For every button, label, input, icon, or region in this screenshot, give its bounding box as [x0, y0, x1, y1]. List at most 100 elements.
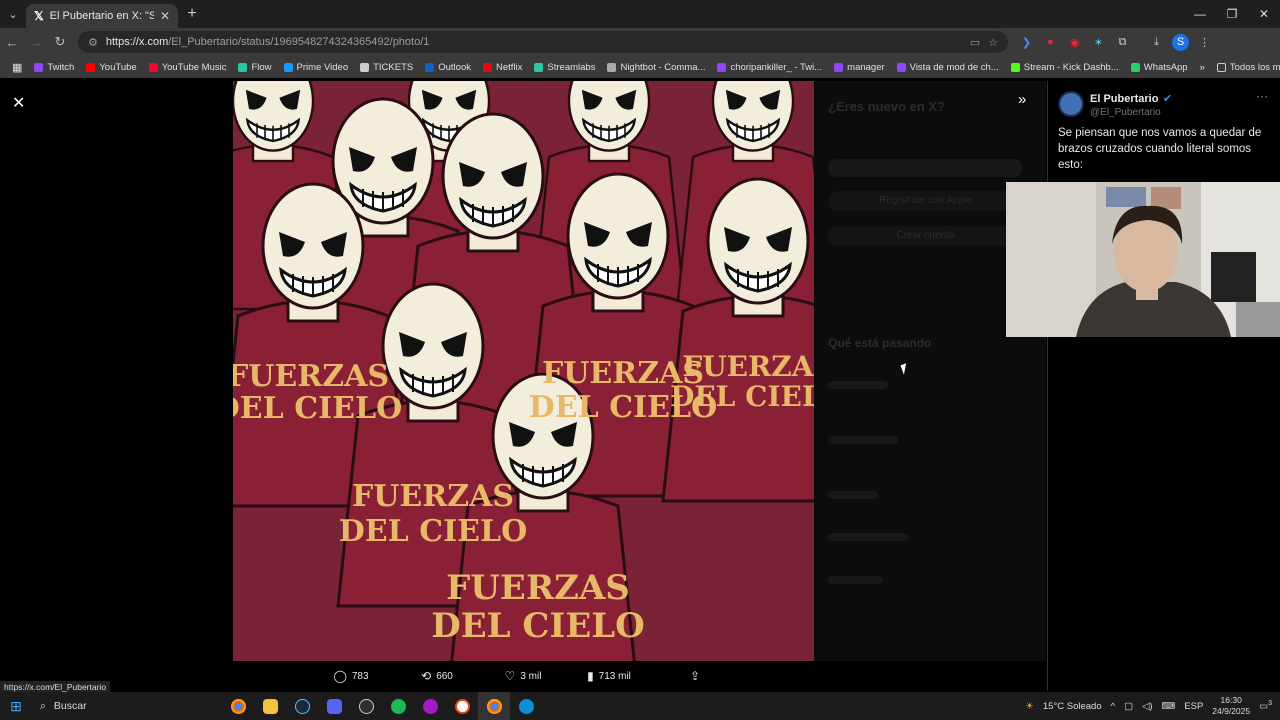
address-bar-row: ← → ↻ ⚙ https://x.com/El_Pubertario/stat…	[0, 28, 1280, 56]
minimize-icon[interactable]: —	[1184, 7, 1216, 21]
tab-active[interactable]: 𝕏 El Pubertario en X: "Se piensan ✕	[26, 4, 178, 28]
reply-button[interactable]: ◯ 783	[308, 669, 394, 683]
spotify-icon[interactable]	[382, 692, 414, 720]
chrome-app-icon[interactable]	[478, 692, 510, 720]
post-photo[interactable]: FUERZAS DEL CIELO FUERZAS DEL CIELO FUER…	[233, 81, 814, 661]
close-window-icon[interactable]: ✕	[1248, 7, 1280, 21]
site-info-icon[interactable]: ⚙	[88, 36, 98, 49]
extension-icon[interactable]: ●	[1042, 34, 1059, 51]
dimmed-background-panel: ¿Eres nuevo en X? Regístrate con Apple C…	[814, 81, 1046, 661]
dim-line	[828, 533, 908, 541]
weather-text[interactable]: 15°C Soleado	[1043, 701, 1102, 712]
like-button[interactable]: ♡ 3 mil	[480, 669, 566, 683]
bookmark-item[interactable]: YouTube	[80, 62, 142, 73]
bookmark-item[interactable]: Stream - Kick Dashb...	[1005, 62, 1125, 73]
steam-icon[interactable]	[286, 692, 318, 720]
avatar[interactable]	[1058, 90, 1084, 117]
chevron-up-icon[interactable]: ^	[1111, 701, 1115, 712]
browser-tab-bar: ⌄ 𝕏 El Pubertario en X: "Se piensan ✕ + …	[0, 0, 1280, 28]
tab-close-icon[interactable]: ✕	[160, 9, 170, 23]
chrome-app-icon[interactable]	[222, 692, 254, 720]
bookmark-item[interactable]: Flow	[232, 62, 277, 73]
keyboard-icon[interactable]: ⌨	[1162, 701, 1176, 712]
all-bookmarks-folder[interactable]: Todos los marcadores	[1211, 62, 1280, 73]
extension-icon[interactable]: ❯	[1018, 34, 1035, 51]
share-button[interactable]: ⇪	[652, 669, 738, 683]
bookmarks-bar: ▦ Twitch YouTube YouTube Music Flow Prime Vi…	[0, 56, 1280, 78]
forward-icon[interactable]: →	[24, 35, 48, 50]
app-icon[interactable]	[414, 692, 446, 720]
back-icon[interactable]: ←	[0, 35, 24, 50]
tab-search-icon[interactable]: ⌄	[0, 0, 26, 28]
discord-icon[interactable]	[318, 692, 350, 720]
close-viewer-icon[interactable]: ✕	[12, 93, 25, 113]
bookmark-item[interactable]: Netflix	[477, 62, 528, 73]
bookmarks-overflow-button[interactable]: »	[1194, 62, 1211, 73]
author-handle[interactable]: @El_Pubertario	[1090, 107, 1172, 118]
tweet-text: Se piensan que nos vamos a quedar de bra…	[1058, 127, 1262, 171]
repost-button[interactable]: ⟲ 660	[394, 669, 480, 683]
shirt-text: FUERZAS	[352, 479, 514, 514]
tweet-author[interactable]: El Pubertario ✔ @El_Pubertario	[1058, 89, 1172, 118]
bookmark-label: Netflix	[495, 61, 523, 73]
network-icon[interactable]: ▢	[1124, 701, 1133, 712]
bookmark-item[interactable]: Streamlabs	[528, 62, 601, 73]
bookmark-item[interactable]: Outlook	[419, 62, 477, 73]
bookmark-item[interactable]: manager	[828, 62, 891, 73]
bookmark-item[interactable]: Nightbot - Comma...	[601, 62, 711, 73]
repost-count: 660	[436, 670, 453, 682]
profile-avatar[interactable]: S	[1172, 33, 1189, 51]
notification-icon[interactable]: ▭3	[1259, 700, 1272, 712]
post-actions: ◯ 783 ⟲ 660 ♡ 3 mil ▮ 713 mil ⇪	[0, 661, 1046, 691]
skull-crowd-illustration: FUERZAS DEL CIELO FUERZAS DEL CIELO FUER…	[233, 81, 814, 661]
url-field[interactable]: ⚙ https://x.com/El_Pubertario/status/196…	[78, 31, 1008, 53]
bookmark-favicon-icon	[425, 62, 435, 72]
bookmark-favicon-icon	[148, 62, 158, 72]
extension-icon[interactable]: ✶	[1090, 34, 1107, 51]
windows-start-icon[interactable]: ⊞	[0, 698, 32, 715]
bookmark-item[interactable]: TICKETS	[354, 62, 419, 73]
reply-count: 783	[351, 670, 369, 682]
heart-icon: ♡	[504, 669, 516, 683]
shirt-text: FUERZAS	[446, 568, 630, 608]
bookmark-item[interactable]: Prime Video	[278, 62, 355, 73]
dim-heading: Qué está pasando	[828, 336, 932, 350]
author-name[interactable]: El Pubertario	[1090, 93, 1158, 105]
dim-line	[828, 381, 888, 389]
reload-icon[interactable]: ↻	[48, 34, 72, 50]
obs-icon[interactable]	[350, 692, 382, 720]
bookmark-item[interactable]: YouTube Music	[143, 62, 233, 73]
expand-panel-icon[interactable]: »	[1018, 91, 1026, 108]
bookmark-item[interactable]: Vista de mod de ch...	[891, 62, 1005, 73]
language-indicator[interactable]: ESP	[1184, 701, 1203, 712]
taskbar-search[interactable]: ⌕ Buscar	[32, 692, 222, 720]
bookmark-label: choripankiller_ - Twi...	[730, 61, 823, 73]
bookmark-label: Streamlabs	[547, 61, 596, 73]
volume-icon[interactable]: ◁)	[1142, 701, 1152, 712]
weather-sun-icon[interactable]: ☀	[1025, 701, 1034, 712]
apps-grid-icon[interactable]: ▦	[6, 61, 28, 74]
more-options-icon[interactable]: ···	[1256, 89, 1268, 103]
new-tab-button[interactable]: +	[178, 5, 206, 23]
bookmark-star-icon[interactable]: ☆	[988, 36, 998, 49]
bookmark-label: YouTube Music	[161, 61, 227, 73]
edge-icon[interactable]	[510, 692, 542, 720]
puzzle-icon[interactable]: ⧉	[1114, 34, 1131, 51]
dim-create-button: Crear cuenta	[828, 226, 1023, 246]
cast-icon[interactable]: ▭	[970, 36, 980, 49]
record-icon[interactable]: ◉	[1066, 34, 1083, 51]
bookmark-item[interactable]: choripankiller_ - Twi...	[711, 62, 828, 73]
menu-dots-icon[interactable]: ⋮	[1196, 34, 1213, 51]
bookmark-item[interactable]: WhatsApp	[1125, 62, 1194, 73]
restore-icon[interactable]: ❐	[1216, 7, 1248, 21]
file-explorer-icon[interactable]	[254, 692, 286, 720]
bookmark-label: Twitch	[47, 61, 75, 73]
views-button[interactable]: ▮ 713 mil	[566, 669, 652, 683]
extensions-area: ❯ ● ◉ ✶ ⧉ ⤓ S ⋮	[1018, 33, 1213, 51]
app-icon[interactable]	[446, 692, 478, 720]
download-icon[interactable]: ⤓	[1148, 34, 1165, 51]
window-controls: — ❐ ✕	[1184, 7, 1280, 21]
system-tray: ☀ 15°C Soleado ^ ▢ ◁) ⌨ ESP 16:30 24/9/2…	[1025, 695, 1280, 717]
clock[interactable]: 16:30 24/9/2025	[1212, 695, 1250, 717]
bookmark-item[interactable]: Twitch	[28, 62, 80, 73]
